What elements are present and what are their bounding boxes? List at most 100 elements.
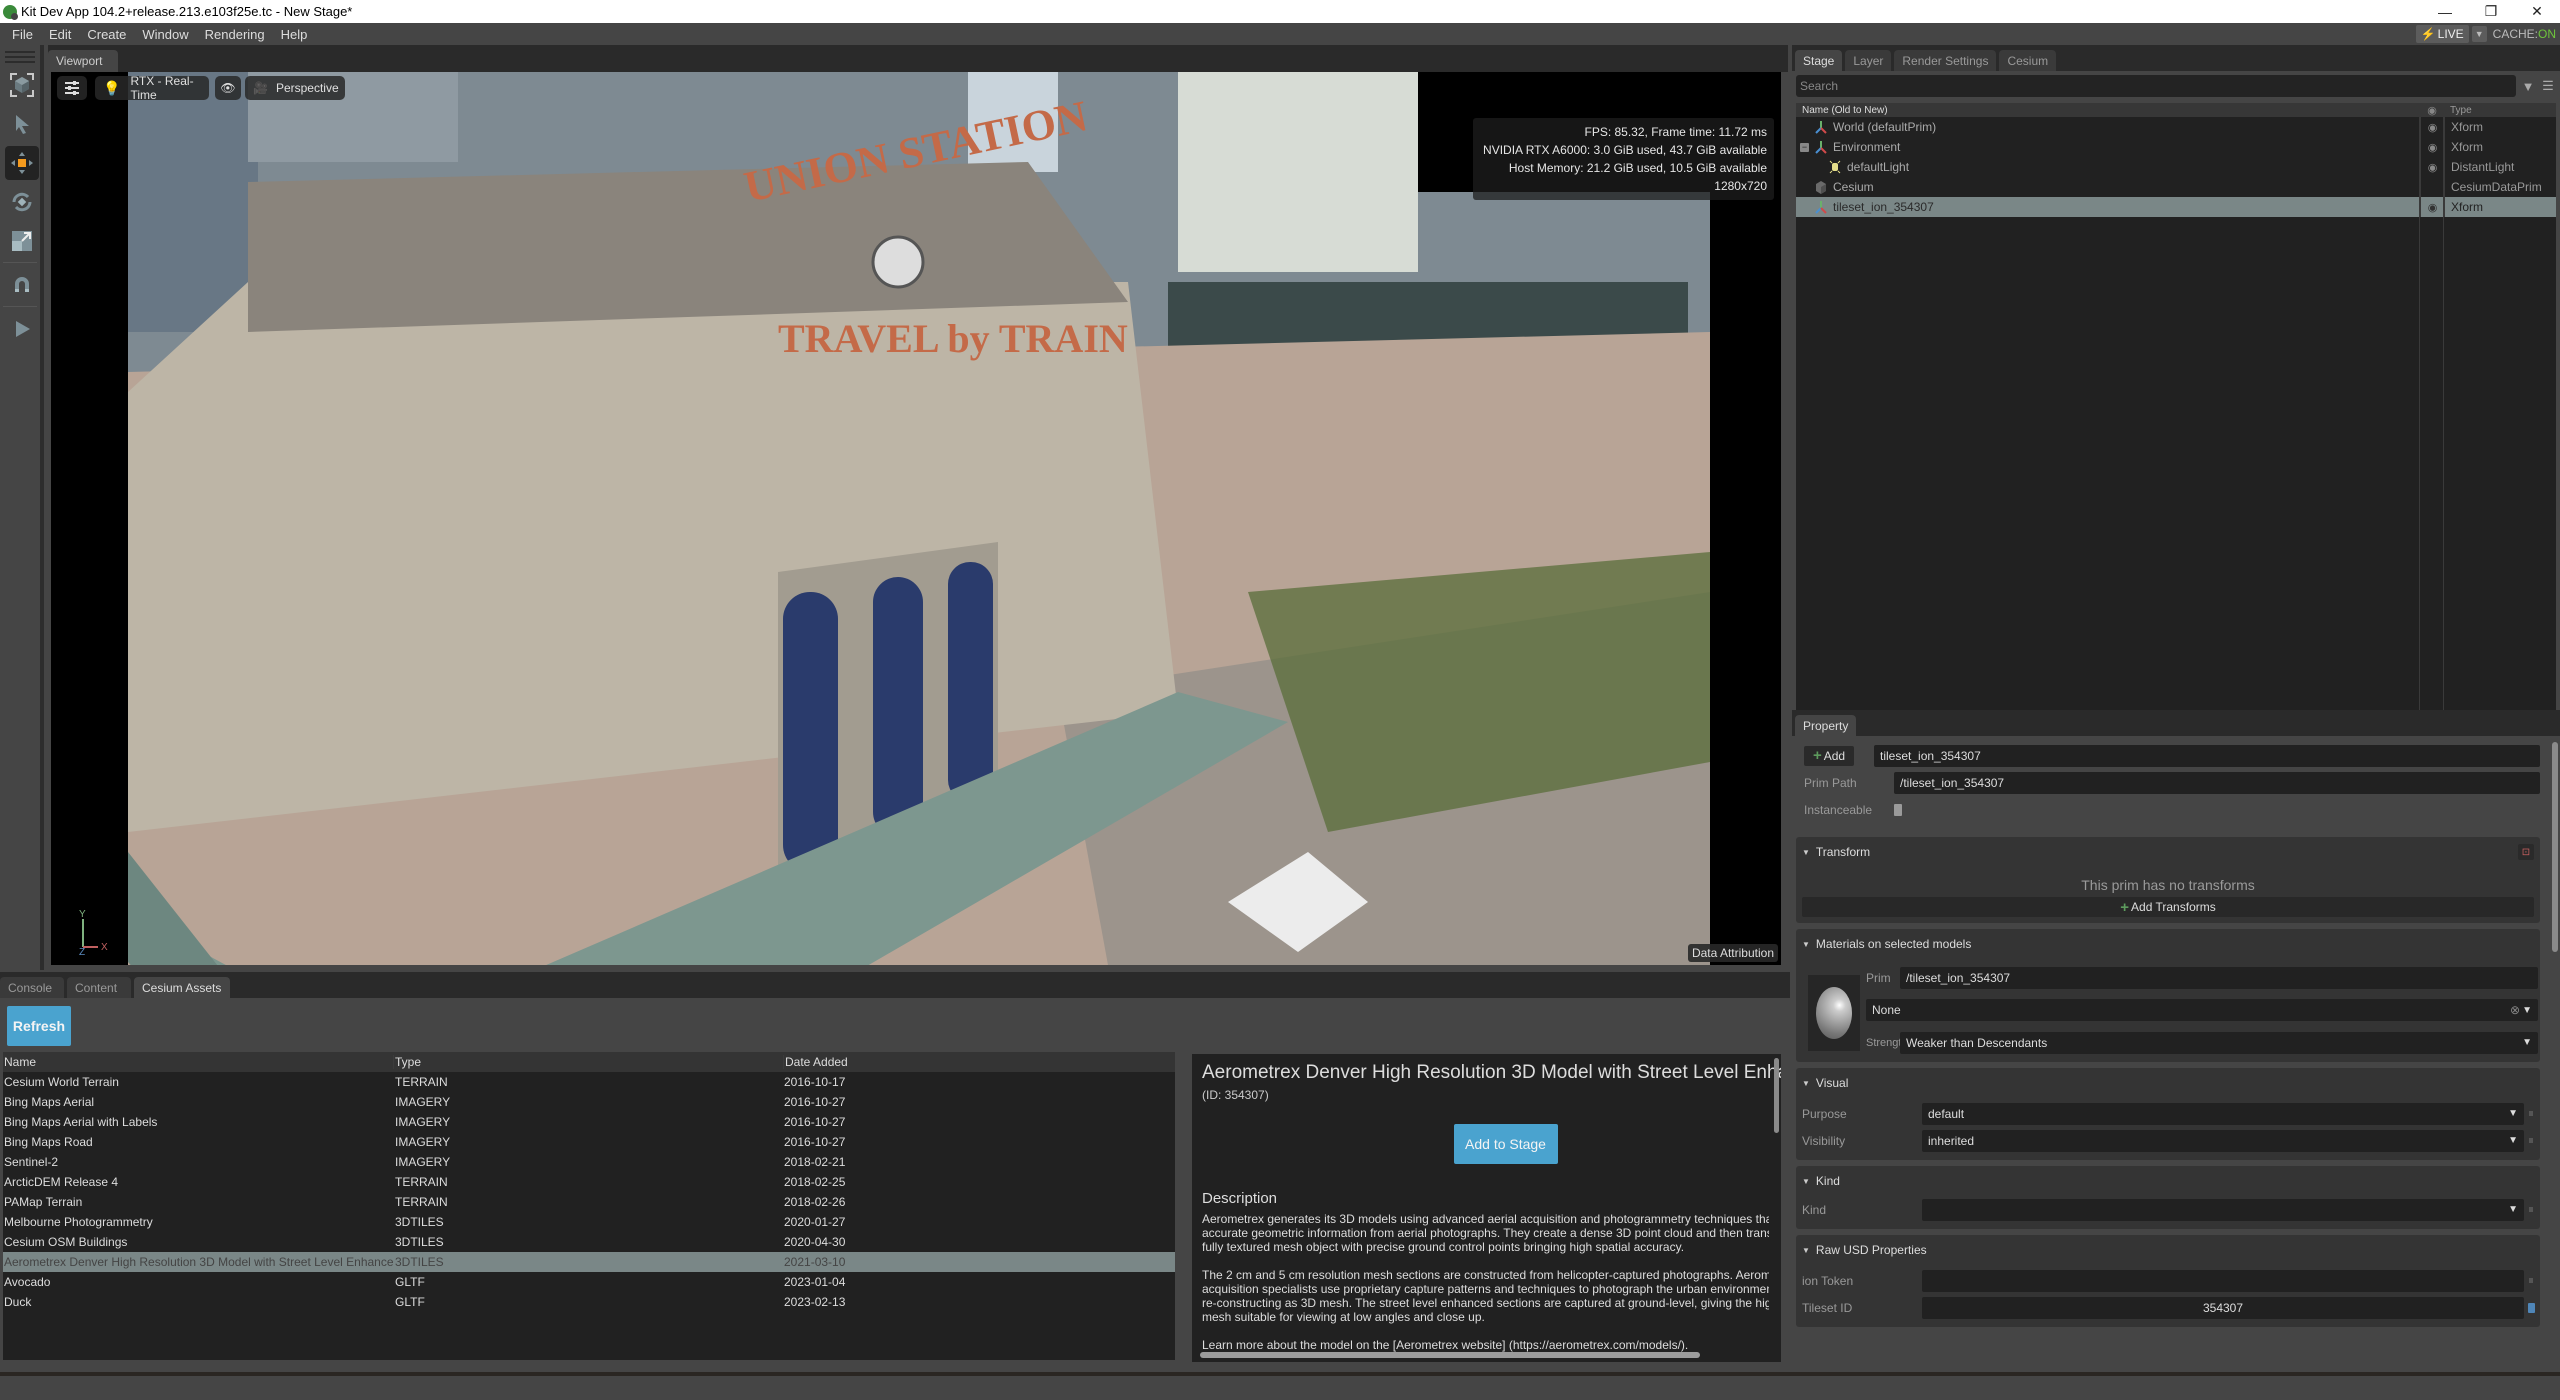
tab-layer[interactable]: Layer [1845,50,1892,71]
asset-row[interactable]: Bing Maps Road IMAGERY 2016-10-27 [3,1132,1175,1152]
eye-icon[interactable]: ◉ [2420,157,2444,177]
visual-section-header[interactable]: ▼ Visual [1798,1072,2538,1094]
asset-row[interactable]: Duck GLTF 2023-02-13 [3,1292,1175,1312]
transform-options-icon[interactable]: ⊡ [2518,844,2534,860]
column-name-header[interactable]: Name [3,1055,393,1069]
tab-console[interactable]: Console [0,977,64,998]
menu-create[interactable]: Create [77,27,132,42]
tab-stage[interactable]: Stage [1795,50,1843,71]
stage-row-world[interactable]: World (defaultPrim) ◉ Xform [1796,117,2556,137]
modified-indicator[interactable] [2524,1302,2538,1313]
purpose-select[interactable]: default ▼ [1922,1102,2524,1125]
strength-select[interactable]: Weaker than Descendants ▼ [1900,1031,2538,1054]
default-indicator[interactable] [2524,1278,2538,1283]
tab-viewport[interactable]: Viewport [48,50,118,72]
visibility-select[interactable]: inherited ▼ [1922,1129,2524,1152]
stage-search-input[interactable]: Search [1796,75,2516,97]
kind-select[interactable]: ▼ [1922,1198,2524,1221]
asset-row[interactable]: Bing Maps Aerial IMAGERY 2016-10-27 [3,1092,1175,1112]
asset-row[interactable]: Cesium OSM Buildings 3DTILES 2020-04-30 [3,1232,1175,1252]
add-transforms-button[interactable]: + Add Transforms [1802,897,2534,917]
add-property-button[interactable]: + Add [1804,745,1854,766]
live-button[interactable]: ⚡ LIVE [2415,25,2469,43]
column-name-header[interactable]: Name (Old to New) [1796,103,2420,117]
menu-file[interactable]: File [0,27,39,42]
column-type-header[interactable]: Type [2444,103,2556,117]
materials-section-header[interactable]: ▼ Materials on selected models [1798,933,2538,955]
live-dropdown-button[interactable]: ▼ [2471,26,2487,42]
detail-horizontal-scrollbar[interactable] [1200,1352,1700,1358]
hamburger-menu-icon[interactable]: ☰ [2540,78,2556,94]
visibility-menu-button[interactable]: 👁 [215,76,241,100]
collapse-icon[interactable]: − [1800,142,1809,152]
maximize-button[interactable]: ❐ [2468,0,2514,23]
refresh-button[interactable]: Refresh [7,1006,71,1046]
learn-more-link[interactable]: Learn more about the model on the [Aerom… [1202,1338,1769,1352]
prim-name-field[interactable]: tileset_ion_354307 [1874,744,2540,767]
move-tool-button[interactable] [5,146,39,180]
asset-row[interactable]: Bing Maps Aerial with Labels IMAGERY 2016-… [3,1112,1175,1132]
select-tool-button[interactable] [5,107,39,141]
tab-cesium[interactable]: Cesium [1999,50,2057,71]
menu-help[interactable]: Help [271,27,314,42]
asset-row[interactable]: Sentinel-2 IMAGERY 2018-02-21 [3,1152,1175,1172]
tab-cesium-assets[interactable]: Cesium Assets [134,977,230,998]
filter-icon[interactable]: ▼ [2520,79,2536,94]
menu-window[interactable]: Window [132,27,194,42]
raw-usd-section-header[interactable]: ▼ Raw USD Properties [1798,1239,2538,1261]
toolbar-grip-icon[interactable] [5,51,35,63]
play-button[interactable] [5,312,39,346]
data-attribution-button[interactable]: Data Attribution [1687,944,1778,962]
tab-content[interactable]: Content [67,977,131,998]
minimize-button[interactable]: — [2422,0,2468,23]
clear-icon[interactable]: ⊗ [2510,1003,2520,1017]
instanceable-label: Instanceable [1804,802,1873,817]
menu-edit[interactable]: Edit [39,27,77,42]
kind-section-header[interactable]: ▼ Kind [1798,1170,2538,1192]
stage-row-tileset[interactable]: tileset_ion_354307 ◉ Xform [1796,197,2556,217]
asset-row[interactable]: Melbourne Photogrammetry 3DTILES 2020-01-2… [3,1212,1175,1232]
viewport[interactable]: UNION STATION TRAVEL by TRAIN 💡 RTX - Re… [48,72,1784,968]
snap-tool-button[interactable] [5,268,39,302]
stage-row-defaultlight[interactable]: defaultLight ◉ DistantLight [1796,157,2556,177]
add-to-stage-button[interactable]: Add to Stage [1453,1124,1558,1164]
visibility-column-icon[interactable]: ◉ [2420,103,2444,117]
property-scrollbar[interactable] [2552,742,2558,952]
ion-token-field[interactable] [1922,1269,2524,1292]
scale-tool-button[interactable] [5,224,39,258]
eye-cell[interactable] [2420,177,2444,197]
material-prim-field[interactable]: /tileset_ion_354307 [1900,967,2538,989]
asset-row[interactable]: Avocado GLTF 2023-01-04 [3,1272,1175,1292]
tab-property[interactable]: Property [1795,715,1857,736]
default-indicator[interactable] [2524,1138,2538,1143]
asset-row[interactable]: ArcticDEM Release 4 TERRAIN 2018-02-25 [3,1172,1175,1192]
asset-row[interactable]: Cesium World Terrain TERRAIN 2016-10-17 [3,1072,1175,1092]
rotate-tool-button[interactable] [5,185,39,219]
column-type-header[interactable]: Type [393,1055,783,1069]
viewport-settings-button[interactable] [57,76,87,100]
column-date-header[interactable]: Date Added [783,1055,1175,1069]
stage-row-cesium[interactable]: Cesium CesiumDataPrim [1796,177,2556,197]
detail-vertical-scrollbar[interactable] [1774,1058,1779,1133]
tab-render-settings[interactable]: Render Settings [1894,50,1997,71]
eye-icon[interactable]: ◉ [2420,197,2444,217]
instanceable-checkbox[interactable] [1894,803,1902,816]
close-button[interactable]: ✕ [2514,0,2560,23]
asset-row[interactable]: Aerometrex Denver High Resolution 3D Mod… [3,1252,1175,1272]
magnet-icon [15,277,29,292]
eye-icon[interactable]: ◉ [2420,117,2444,137]
camera-button[interactable]: 🎥 Perspective [245,76,345,100]
asset-row[interactable]: PAMap Terrain TERRAIN 2018-02-26 [3,1192,1175,1212]
viewport-scene[interactable]: UNION STATION TRAVEL by TRAIN [128,72,1710,965]
default-indicator[interactable] [2524,1207,2538,1212]
material-select[interactable]: None ⊗ ▼ [1866,999,2538,1021]
frame-tool-button[interactable] [5,68,39,102]
stage-row-environment[interactable]: − Environment ◉ Xform [1796,137,2556,157]
transform-section-header[interactable]: ▼ Transform ⊡ [1798,841,2538,863]
prim-path-field[interactable]: /tileset_ion_354307 [1894,771,2540,794]
menu-rendering[interactable]: Rendering [195,27,271,42]
eye-icon[interactable]: ◉ [2420,137,2444,157]
default-indicator[interactable] [2524,1111,2538,1116]
render-mode-button[interactable]: 💡 RTX - Real-Time [95,74,209,102]
tileset-id-field[interactable]: 354307 [1922,1296,2524,1319]
